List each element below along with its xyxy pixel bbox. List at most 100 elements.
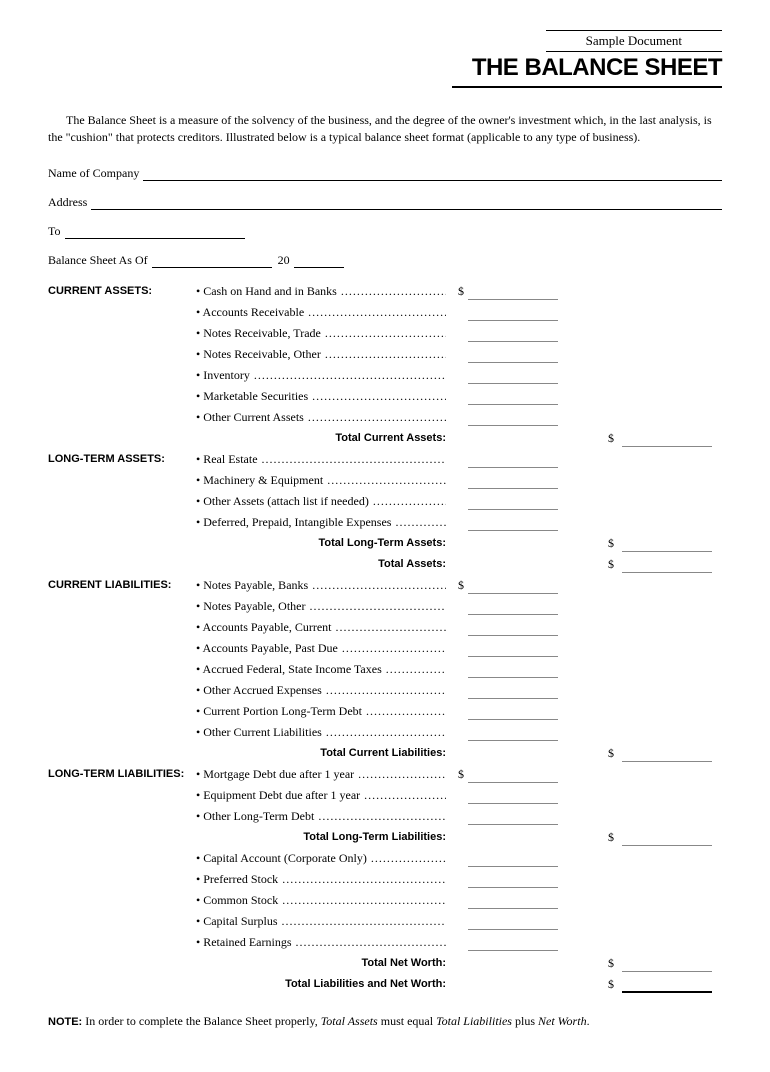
dollar-sign: $ <box>446 282 468 300</box>
address-input-line[interactable] <box>91 197 722 210</box>
item-label: • Accounts Payable, Past Due <box>196 639 446 657</box>
as-of-input-line[interactable] <box>152 255 272 268</box>
item-label: • Accounts Receivable <box>196 303 446 321</box>
item-label: • Equipment Debt due after 1 year <box>196 786 446 804</box>
total-input-line[interactable] <box>622 980 712 993</box>
amount-input-line[interactable] <box>468 456 558 468</box>
total-row: Total Assets: $ <box>48 555 722 573</box>
line-row: • Accounts Receivable <box>48 303 722 321</box>
item-label: • Real Estate <box>196 450 446 468</box>
line-row: • Deferred, Prepaid, Intangible Expenses <box>48 513 722 531</box>
amount-input-line[interactable] <box>468 351 558 363</box>
line-items-area: CURRENT ASSETS: • Cash on Hand and in Ba… <box>48 282 722 993</box>
line-row: • Other Accrued Expenses <box>48 681 722 699</box>
line-row: • Preferred Stock <box>48 870 722 888</box>
amount-input-line[interactable] <box>468 918 558 930</box>
intro-paragraph: The Balance Sheet is a measure of the so… <box>48 112 722 146</box>
line-row: • Capital Surplus <box>48 912 722 930</box>
amount-input-line[interactable] <box>468 813 558 825</box>
year-input-line[interactable] <box>294 255 344 268</box>
amount-input-line[interactable] <box>468 666 558 678</box>
amount-input-line[interactable] <box>468 477 558 489</box>
line-row: • Other Assets (attach list if needed) <box>48 492 722 510</box>
amount-input-line[interactable] <box>468 687 558 699</box>
line-row: • Marketable Securities <box>48 387 722 405</box>
total-net-worth-label: Total Net Worth: <box>48 955 450 972</box>
company-input-line[interactable] <box>143 168 722 181</box>
line-row: • Other Current Liabilities <box>48 723 722 741</box>
amount-input-line[interactable] <box>468 771 558 783</box>
to-input-line[interactable] <box>65 226 245 239</box>
amount-input-line[interactable] <box>468 582 558 594</box>
item-label: • Marketable Securities <box>196 387 446 405</box>
amount-input-line[interactable] <box>468 288 558 300</box>
amount-input-line[interactable] <box>468 372 558 384</box>
amount-input-line[interactable] <box>468 729 558 741</box>
total-row: Total Net Worth: $ <box>48 954 722 972</box>
line-row: • Machinery & Equipment <box>48 471 722 489</box>
total-input-line[interactable] <box>622 561 712 573</box>
amount-input-line[interactable] <box>468 330 558 342</box>
total-row: Total Current Liabilities: $ <box>48 744 722 762</box>
document-header: Sample Document THE BALANCE SHEET <box>48 30 722 88</box>
amount-input-line[interactable] <box>468 792 558 804</box>
line-row: • Equipment Debt due after 1 year <box>48 786 722 804</box>
amount-input-line[interactable] <box>468 414 558 426</box>
total-long-term-liabilities-label: Total Long-Term Liabilities: <box>48 829 450 846</box>
amount-input-line[interactable] <box>468 876 558 888</box>
total-assets-label: Total Assets: <box>48 556 450 573</box>
to-label: To <box>48 224 61 239</box>
total-input-line[interactable] <box>622 834 712 846</box>
item-label: • Notes Payable, Banks <box>196 576 446 594</box>
amount-input-line[interactable] <box>468 897 558 909</box>
balance-sheet-document: Sample Document THE BALANCE SHEET The Ba… <box>0 0 770 1072</box>
item-label: • Accrued Federal, State Income Taxes <box>196 660 446 678</box>
line-row: • Accounts Payable, Current <box>48 618 722 636</box>
amount-input-line[interactable] <box>468 519 558 531</box>
amount-input-line[interactable] <box>468 498 558 510</box>
line-row: • Accrued Federal, State Income Taxes <box>48 660 722 678</box>
total-input-line[interactable] <box>622 960 712 972</box>
item-label: • Retained Earnings <box>196 933 446 951</box>
total-liabilities-net-worth-label: Total Liabilities and Net Worth: <box>48 976 450 993</box>
amount-input-line[interactable] <box>468 624 558 636</box>
total-input-line[interactable] <box>622 750 712 762</box>
line-row: • Common Stock <box>48 891 722 909</box>
amount-input-line[interactable] <box>468 309 558 321</box>
item-label: • Current Portion Long-Term Debt <box>196 702 446 720</box>
item-label: • Notes Receivable, Trade <box>196 324 446 342</box>
dollar-sign: $ <box>608 954 622 972</box>
company-field-row: Name of Company <box>48 166 722 181</box>
amount-input-line[interactable] <box>468 645 558 657</box>
item-label: • Notes Payable, Other <box>196 597 446 615</box>
item-label: • Other Long-Term Debt <box>196 807 446 825</box>
to-field-row: To <box>48 224 722 239</box>
item-label: • Deferred, Prepaid, Intangible Expenses <box>196 513 446 531</box>
item-label: • Accounts Payable, Current <box>196 618 446 636</box>
amount-input-line[interactable] <box>468 939 558 951</box>
amount-input-line[interactable] <box>468 708 558 720</box>
total-row: Total Current Assets: $ <box>48 429 722 447</box>
amount-input-line[interactable] <box>468 855 558 867</box>
dollar-sign: $ <box>608 744 622 762</box>
dollar-sign: $ <box>608 975 622 993</box>
dollar-sign: $ <box>608 555 622 573</box>
line-row: • Inventory <box>48 366 722 384</box>
amount-input-line[interactable] <box>468 393 558 405</box>
page-title: THE BALANCE SHEET <box>452 54 722 88</box>
item-label: • Other Accrued Expenses <box>196 681 446 699</box>
dollar-sign: $ <box>446 576 468 594</box>
company-label: Name of Company <box>48 166 139 181</box>
long-term-assets-heading: LONG-TERM ASSETS: <box>48 451 196 468</box>
amount-input-line[interactable] <box>468 603 558 615</box>
line-row: • Retained Earnings <box>48 933 722 951</box>
total-row: Total Liabilities and Net Worth: $ <box>48 975 722 993</box>
total-input-line[interactable] <box>622 540 712 552</box>
address-label: Address <box>48 195 87 210</box>
long-term-liabilities-heading: LONG-TERM LIABILITIES: <box>48 766 196 783</box>
line-row: LONG-TERM LIABILITIES: • Mortgage Debt d… <box>48 765 722 783</box>
note-label: NOTE: <box>48 1016 82 1028</box>
century-label: 20 <box>278 253 290 268</box>
total-input-line[interactable] <box>622 435 712 447</box>
dollar-sign: $ <box>446 765 468 783</box>
